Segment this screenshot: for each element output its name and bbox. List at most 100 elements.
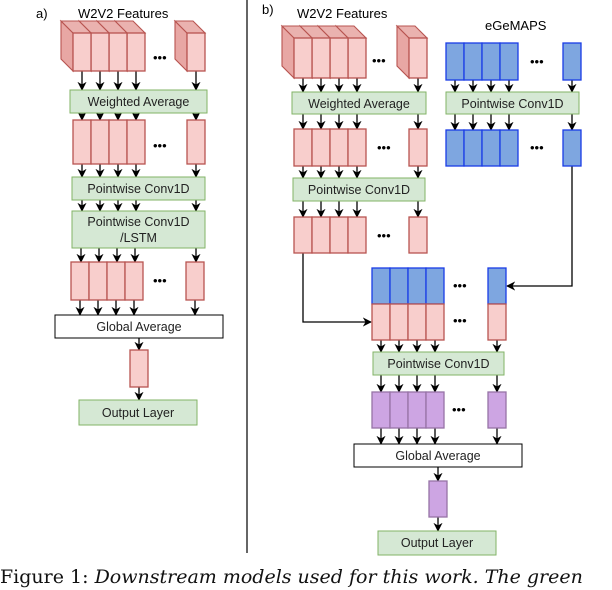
w2v2-feature-cell: [293, 216, 313, 254]
fused-feature-cell: [371, 391, 391, 429]
w2v2-feature-cell: [311, 216, 331, 254]
cube-front-face: [311, 37, 331, 79]
ellipsis: •••: [153, 273, 167, 288]
w2v2-feature-cube: [280, 24, 314, 80]
w2v2-feature-cell: [347, 128, 367, 167]
fused-feature-cell: [407, 391, 427, 429]
cube-front-face: [408, 37, 428, 79]
b-egemaps-pointwise-conv1d-box: Pointwise Conv1D: [445, 91, 580, 115]
egemaps-feature-cell: [481, 42, 501, 81]
caption-text: Downstream models used for this work. Th…: [94, 566, 583, 588]
ellipsis: •••: [372, 53, 386, 68]
egemaps-to-concat-connector: [506, 166, 573, 291]
fused-feature-cell: [487, 391, 507, 429]
svg-text:Weighted Average: Weighted Average: [308, 97, 410, 111]
concat-w2v2-cell: [371, 303, 391, 341]
w2v2-feature-cell: [70, 261, 90, 301]
w2v2-feature-cell: [88, 261, 108, 301]
concat-w2v2-cell: [407, 303, 427, 341]
w2v2-feature-cell: [126, 119, 146, 165]
w2v2-feature-cell: [186, 119, 206, 165]
w2v2-feature-cell: [90, 119, 110, 165]
w2v2-feature-cell: [72, 119, 92, 165]
a-pointwise-conv1d-lstm-box: Pointwise Conv1D /LSTM: [71, 210, 206, 249]
a-weighted-average-box: Weighted Average: [69, 89, 208, 114]
cube-front-face: [72, 32, 92, 72]
a-global-average-box: Global Average: [54, 314, 224, 339]
cube-front-face: [108, 32, 128, 72]
a-pointwise-conv1d-box: Pointwise Conv1D: [71, 176, 206, 201]
fused-feature-cell: [389, 391, 409, 429]
ellipsis: •••: [153, 138, 167, 153]
svg-text:Pointwise Conv1D: Pointwise Conv1D: [308, 183, 410, 197]
ellipsis: •••: [153, 50, 167, 65]
svg-text:Output Layer: Output Layer: [401, 536, 473, 550]
b-fused-pointwise-conv1d-box: Pointwise Conv1D: [372, 351, 505, 376]
w2v2-feature-cell: [106, 261, 126, 301]
concat-w2v2-cell: [487, 303, 507, 341]
a-output-layer-box: Output Layer: [78, 399, 198, 426]
cube-front-face: [329, 37, 349, 79]
egemaps-feature-cell: [445, 129, 465, 167]
caption-prefix: Figure 1:: [0, 566, 89, 588]
egemaps-feature-cell: [445, 42, 465, 81]
ellipsis: •••: [530, 54, 544, 69]
ellipsis: •••: [452, 402, 466, 417]
concat-egemaps-cell: [425, 267, 445, 305]
egemaps-feature-cell: [562, 42, 582, 81]
panel-a-input-title: W2V2 Features: [78, 6, 169, 21]
concat-w2v2-cell: [389, 303, 409, 341]
svg-text:Pointwise Conv1D: Pointwise Conv1D: [387, 357, 489, 371]
cube-front-face: [347, 37, 367, 79]
ellipsis: •••: [453, 278, 467, 293]
cube-front-face: [186, 32, 206, 72]
concat-egemaps-cell: [371, 267, 391, 305]
cube-front-face: [90, 32, 110, 72]
panel-a-label: a): [36, 6, 48, 21]
egemaps-feature-cell: [463, 129, 483, 167]
w2v2-to-concat-connector: [302, 253, 372, 327]
pooled-vector-cell: [129, 349, 149, 388]
svg-text:Output Layer: Output Layer: [102, 406, 174, 420]
w2v2-feature-cell: [347, 216, 367, 254]
svg-text:Global Average: Global Average: [395, 449, 480, 463]
cube-front-face: [293, 37, 313, 79]
egemaps-feature-cell: [499, 42, 519, 81]
w2v2-feature-cell: [329, 216, 349, 254]
b-global-average-box: Global Average: [353, 443, 523, 468]
w2v2-feature-cell: [329, 128, 349, 167]
concat-w2v2-cell: [425, 303, 445, 341]
egemaps-feature-cell: [499, 129, 519, 167]
w2v2-feature-cube: [395, 24, 429, 80]
ellipsis: •••: [377, 228, 391, 243]
panel-b-egemaps-title: eGeMAPS: [485, 18, 547, 33]
svg-text:Pointwise Conv1D: Pointwise Conv1D: [87, 215, 189, 229]
svg-text:/LSTM: /LSTM: [120, 231, 157, 245]
panel-b-w2v2-title: W2V2 Features: [297, 6, 388, 21]
w2v2-feature-cell: [293, 128, 313, 167]
svg-text:Global Average: Global Average: [96, 320, 181, 334]
figure-caption: Figure 1: Downstream models used for thi…: [0, 566, 612, 588]
cube-front-face: [126, 32, 146, 72]
svg-text:Pointwise Conv1D: Pointwise Conv1D: [87, 182, 189, 196]
egemaps-feature-cell: [562, 129, 582, 167]
ellipsis: •••: [453, 313, 467, 328]
w2v2-feature-cell: [124, 261, 144, 301]
w2v2-feature-cell: [185, 261, 205, 301]
b-weighted-average-box: Weighted Average: [291, 91, 427, 115]
w2v2-feature-cube: [173, 19, 207, 73]
ellipsis: •••: [530, 140, 544, 155]
w2v2-feature-cube: [59, 19, 93, 73]
concat-egemaps-cell: [389, 267, 409, 305]
concat-egemaps-cell: [407, 267, 427, 305]
pooled-vector-cell: [428, 480, 448, 518]
panel-b-label: b): [262, 2, 274, 17]
b-w2v2-pointwise-conv1d-box: Pointwise Conv1D: [292, 177, 426, 202]
w2v2-feature-cell: [108, 119, 128, 165]
b-output-layer-box: Output Layer: [377, 530, 497, 556]
ellipsis: •••: [377, 140, 391, 155]
fused-feature-cell: [425, 391, 445, 429]
w2v2-feature-cell: [311, 128, 331, 167]
w2v2-feature-cell: [408, 216, 428, 254]
egemaps-feature-cell: [463, 42, 483, 81]
